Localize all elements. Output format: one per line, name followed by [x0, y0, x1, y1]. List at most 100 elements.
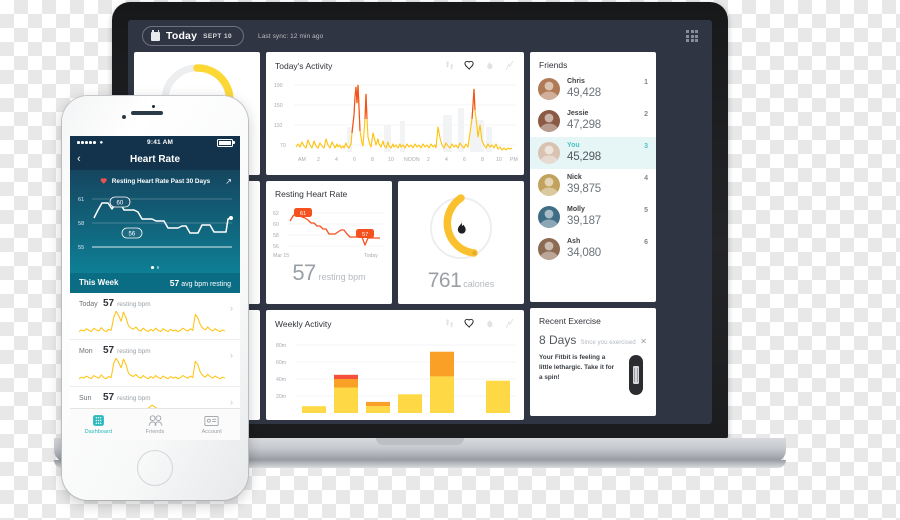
friend-row[interactable]: Chris 49,428 1 [530, 73, 656, 105]
heart-icon[interactable] [464, 60, 475, 71]
svg-text:57: 57 [362, 232, 368, 238]
friend-steps: 49,428 [567, 86, 601, 99]
days-since-exercise-label: Since you exercised [580, 339, 636, 346]
weekly-activity-card[interactable]: Weekly Activity 80m 60m 40m 20m [266, 310, 524, 420]
phone-chart-section: Resting Heart Rate Past 30 Days ↗ 61 58 … [70, 170, 240, 273]
flame-icon [453, 219, 469, 237]
weekly-activity-icon-row [444, 318, 515, 329]
phone-status-bar: ● 9:41 AM [70, 136, 240, 149]
tab-dashboard[interactable]: Dashboard [70, 409, 127, 440]
dashboard-icon [92, 415, 104, 426]
route-icon[interactable] [504, 318, 515, 329]
tab-friends[interactable]: Friends [127, 409, 184, 440]
svg-text:58: 58 [78, 221, 84, 227]
calories-value-group: 761 calories [428, 269, 495, 293]
days-since-exercise: 8 Days [539, 333, 577, 347]
friend-row[interactable]: Ash 34,080 6 [530, 233, 656, 265]
heart-icon [100, 178, 107, 184]
phone-sparkline [79, 357, 225, 379]
phone-home-button[interactable] [137, 450, 173, 486]
route-icon[interactable] [504, 60, 515, 71]
x-axis-labels: AM 2 4 6 8 10 NOON 2 4 6 8 10 PM [298, 157, 518, 163]
friend-name: Chris [567, 78, 585, 86]
friend-name: Jessie [567, 110, 589, 118]
friend-row[interactable]: Nick 39,875 4 [530, 169, 656, 201]
resting-heart-rate-card[interactable]: Resting Heart Rate 62 60 58 56 61 57 Mar… [266, 181, 392, 304]
tab-account[interactable]: Account [183, 409, 240, 440]
phone-page-dots[interactable] [70, 264, 240, 273]
friend-name: You [567, 142, 580, 150]
resting-heart-rate-chart: 62 60 58 56 61 57 Mar 15 Today [266, 202, 392, 260]
phone-device: ● 9:41 AM ‹ Heart Rate Resting Heart Rat… [62, 96, 248, 500]
friend-rank: 6 [644, 239, 648, 246]
friends-card[interactable]: Friends Chris 49,428 1 Jessie 47,298 2 You 45,2… [530, 52, 656, 302]
phone-day-bpm: 57 [103, 344, 115, 356]
phone-day-row[interactable]: Today 57 resting bpm › [70, 293, 240, 340]
today-date-selector[interactable]: Today SEPT 10 [142, 26, 244, 46]
phone-week-label: This Week [79, 278, 119, 288]
phone-day-label: Sun [79, 394, 92, 402]
calories-card[interactable]: 761 calories [398, 181, 524, 304]
battery-full-icon [217, 138, 235, 147]
account-card-icon [204, 415, 219, 426]
rhr-end-label: Today [364, 253, 378, 259]
calories-value: 761 [427, 268, 462, 292]
recent-exercise-summary: 8 Days Since you exercised ✕ [530, 329, 656, 349]
chevron-right-icon[interactable]: › [230, 397, 233, 407]
bar-group-2 [334, 374, 358, 413]
friend-name: Ash [567, 238, 581, 246]
chevron-right-icon[interactable]: › [230, 350, 233, 360]
svg-text:58: 58 [273, 233, 279, 239]
heart-icon[interactable] [464, 318, 475, 329]
svg-text:40m: 40m [276, 377, 286, 383]
friend-rank: 2 [644, 111, 648, 118]
friend-steps: 34,080 [567, 246, 601, 259]
avatar [538, 110, 560, 132]
friend-row[interactable]: Jessie 47,298 2 [530, 105, 656, 137]
svg-text:AM: AM [298, 157, 306, 163]
friend-row[interactable]: You 45,298 3 [530, 137, 656, 169]
svg-text:2: 2 [317, 157, 320, 163]
phone-day-header: Today 57 resting bpm [79, 298, 231, 309]
phone-week-summary: This Week 57 avg bpm resting [70, 272, 240, 293]
chevron-right-icon[interactable]: › [230, 303, 233, 313]
friends-icon [148, 415, 162, 426]
phone-day-row[interactable]: Mon 57 resting bpm › [70, 340, 240, 387]
fitness-tracker-icon [629, 355, 643, 395]
friends-title: Friends [539, 60, 568, 70]
avatar [538, 142, 560, 164]
metrics-row: Resting Heart Rate 62 60 58 56 61 57 Mar… [266, 181, 524, 304]
svg-text:62: 62 [273, 211, 279, 217]
footsteps-icon[interactable] [444, 318, 455, 329]
flame-icon[interactable] [484, 318, 495, 329]
resting-heart-rate-title: Resting Heart Rate [275, 189, 348, 199]
avatar [538, 238, 560, 260]
phone-day-label: Mon [79, 347, 93, 355]
flame-icon[interactable] [484, 60, 495, 71]
friend-steps: 39,875 [567, 182, 601, 195]
peak-segment-1 [351, 84, 361, 134]
phone-day-unit: resting bpm [117, 347, 151, 355]
friend-info: Jessie 47,298 [567, 110, 601, 132]
friend-row[interactable]: Molly 39,187 5 [530, 201, 656, 233]
svg-text:55: 55 [78, 245, 84, 251]
phone-page-title: Heart Rate [129, 154, 181, 165]
todays-activity-header: Today's Activity [266, 52, 524, 73]
today-label: Today [166, 30, 198, 42]
svg-text:60m: 60m [276, 360, 286, 366]
peak-segment-3 [471, 88, 476, 120]
todays-activity-card[interactable]: Today's Activity 190 150 110 70 AM 2 4 6… [266, 52, 524, 175]
expand-icon[interactable]: ↗ [225, 177, 232, 186]
todays-activity-title: Today's Activity [275, 60, 333, 71]
recent-exercise-card[interactable]: Recent Exercise 8 Days Since you exercis… [530, 308, 656, 416]
svg-text:6: 6 [353, 157, 356, 163]
phone-screen: ● 9:41 AM ‹ Heart Rate Resting Heart Rat… [70, 136, 240, 440]
chevron-left-icon[interactable]: ‹ [77, 154, 81, 165]
last-sync-status: Last sync: 12 min ago [257, 32, 324, 40]
rhr-start-label: Mar 15 [273, 253, 289, 259]
footsteps-icon[interactable] [444, 60, 455, 71]
phone-chart-label: Resting Heart Rate Past 30 Days [111, 177, 211, 185]
svg-text:60: 60 [273, 222, 279, 228]
apps-grid-icon[interactable] [686, 30, 698, 42]
close-icon[interactable]: ✕ [640, 337, 647, 346]
